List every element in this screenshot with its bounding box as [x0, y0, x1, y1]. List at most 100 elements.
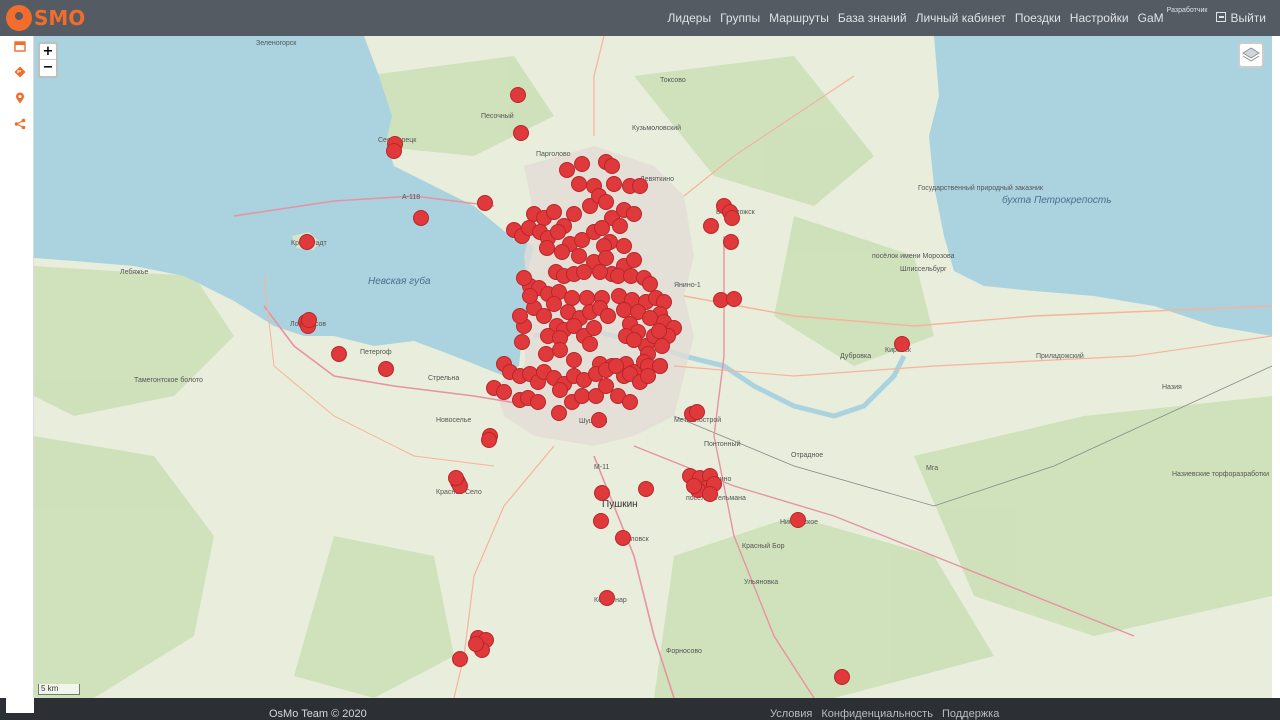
trip-marker[interactable]	[626, 252, 642, 268]
trip-marker[interactable]	[477, 195, 493, 211]
route-icon[interactable]	[14, 66, 26, 78]
trip-marker[interactable]	[559, 162, 575, 178]
calendar-icon[interactable]	[14, 40, 26, 52]
trip-marker[interactable]	[604, 158, 620, 174]
footer-link-support[interactable]: Поддержка	[942, 708, 999, 720]
trip-marker[interactable]	[654, 338, 670, 354]
trip-marker[interactable]	[571, 176, 587, 192]
footer-link-terms[interactable]: Условия	[770, 708, 812, 720]
trip-marker[interactable]	[448, 470, 464, 486]
nav-item-routes[interactable]: Маршруты	[769, 11, 829, 25]
trip-marker[interactable]	[626, 332, 642, 348]
trip-marker[interactable]	[623, 268, 639, 284]
trip-marker[interactable]	[591, 412, 607, 428]
trip-marker[interactable]	[514, 334, 530, 350]
trip-marker[interactable]	[512, 308, 528, 324]
trip-marker[interactable]	[651, 323, 667, 339]
trip-marker[interactable]	[632, 178, 648, 194]
trip-marker[interactable]	[554, 244, 570, 260]
trip-marker[interactable]	[599, 590, 615, 606]
nav-item-settings[interactable]: Настройки	[1070, 11, 1129, 25]
trip-marker[interactable]	[386, 143, 402, 159]
trip-marker[interactable]	[546, 204, 562, 220]
trip-marker[interactable]	[586, 320, 602, 336]
trip-marker[interactable]	[522, 288, 538, 304]
trip-marker[interactable]	[538, 346, 554, 362]
map-canvas[interactable]: Зеленогорск Сестрорецк Песочный Парголов…	[34, 36, 1272, 698]
trip-marker[interactable]	[564, 290, 580, 306]
trip-marker[interactable]	[790, 512, 806, 528]
trip-marker[interactable]	[608, 358, 624, 374]
trip-marker[interactable]	[299, 234, 315, 250]
trip-marker[interactable]	[551, 405, 567, 421]
trip-marker[interactable]	[652, 358, 668, 374]
trip-marker[interactable]	[579, 290, 595, 306]
trip-marker[interactable]	[582, 336, 598, 352]
trip-marker[interactable]	[598, 194, 614, 210]
logout-button[interactable]: Выйти	[1216, 11, 1266, 25]
nav-item-knowledge-base[interactable]: База знаний	[838, 11, 907, 25]
trip-marker[interactable]	[510, 87, 526, 103]
trip-marker[interactable]	[626, 206, 642, 222]
trip-marker[interactable]	[452, 651, 468, 667]
trip-marker[interactable]	[574, 156, 590, 172]
trip-marker[interactable]	[566, 352, 582, 368]
trip-marker[interactable]	[702, 486, 718, 502]
trip-marker[interactable]	[546, 296, 562, 312]
trip-marker[interactable]	[612, 218, 628, 234]
trip-marker[interactable]	[574, 388, 590, 404]
trip-marker[interactable]	[571, 248, 587, 264]
trip-marker[interactable]	[566, 206, 582, 222]
trip-marker[interactable]	[640, 368, 656, 384]
trip-marker[interactable]	[496, 384, 512, 400]
zoom-in-button[interactable]: +	[40, 44, 56, 60]
trip-marker[interactable]	[539, 240, 555, 256]
trip-marker[interactable]	[594, 220, 610, 236]
nav-item-trips[interactable]: Поездки	[1015, 11, 1061, 25]
nav-item-account[interactable]: Личный кабинет	[916, 11, 1006, 25]
trip-marker[interactable]	[642, 276, 658, 292]
trip-marker[interactable]	[594, 485, 610, 501]
trip-marker[interactable]	[552, 382, 568, 398]
trip-marker[interactable]	[552, 342, 568, 358]
trip-marker[interactable]	[834, 669, 850, 685]
trip-marker[interactable]	[894, 336, 910, 352]
trip-marker[interactable]	[536, 308, 552, 324]
zoom-out-button[interactable]: −	[40, 60, 56, 76]
map-view[interactable]: Зеленогорск Сестрорецк Песочный Парголов…	[34, 36, 1272, 698]
trip-marker[interactable]	[516, 270, 532, 286]
trip-marker[interactable]	[592, 264, 608, 280]
layers-button[interactable]	[1238, 42, 1264, 68]
trip-marker[interactable]	[686, 478, 702, 494]
trip-marker[interactable]	[301, 312, 317, 328]
trip-marker[interactable]	[600, 308, 616, 324]
trip-marker[interactable]	[481, 432, 497, 448]
trip-marker[interactable]	[638, 481, 654, 497]
trip-marker[interactable]	[331, 346, 347, 362]
trip-marker[interactable]	[723, 234, 739, 250]
trip-marker[interactable]	[598, 378, 614, 394]
trip-marker[interactable]	[413, 210, 429, 226]
trip-marker[interactable]	[703, 218, 719, 234]
trip-marker[interactable]	[576, 264, 592, 280]
trip-marker[interactable]	[550, 224, 566, 240]
trip-marker[interactable]	[642, 310, 658, 326]
trip-marker[interactable]	[724, 210, 740, 226]
trip-marker[interactable]	[622, 394, 638, 410]
trip-marker[interactable]	[598, 250, 614, 266]
footer-link-privacy[interactable]: Конфиденциальность	[821, 708, 933, 720]
trip-marker[interactable]	[593, 513, 609, 529]
trip-marker[interactable]	[530, 394, 546, 410]
logo[interactable]: SMO	[6, 4, 85, 32]
nav-item-groups[interactable]: Группы	[720, 11, 760, 25]
trip-marker[interactable]	[615, 530, 631, 546]
pin-icon[interactable]	[14, 92, 26, 104]
trip-marker[interactable]	[468, 636, 484, 652]
trip-marker[interactable]	[513, 125, 529, 141]
nav-item-leaders[interactable]: Лидеры	[668, 11, 712, 25]
trip-marker[interactable]	[616, 238, 632, 254]
trip-marker[interactable]	[378, 361, 394, 377]
trip-marker[interactable]	[689, 404, 705, 420]
trip-marker[interactable]	[606, 176, 622, 192]
trip-marker[interactable]	[616, 302, 632, 318]
